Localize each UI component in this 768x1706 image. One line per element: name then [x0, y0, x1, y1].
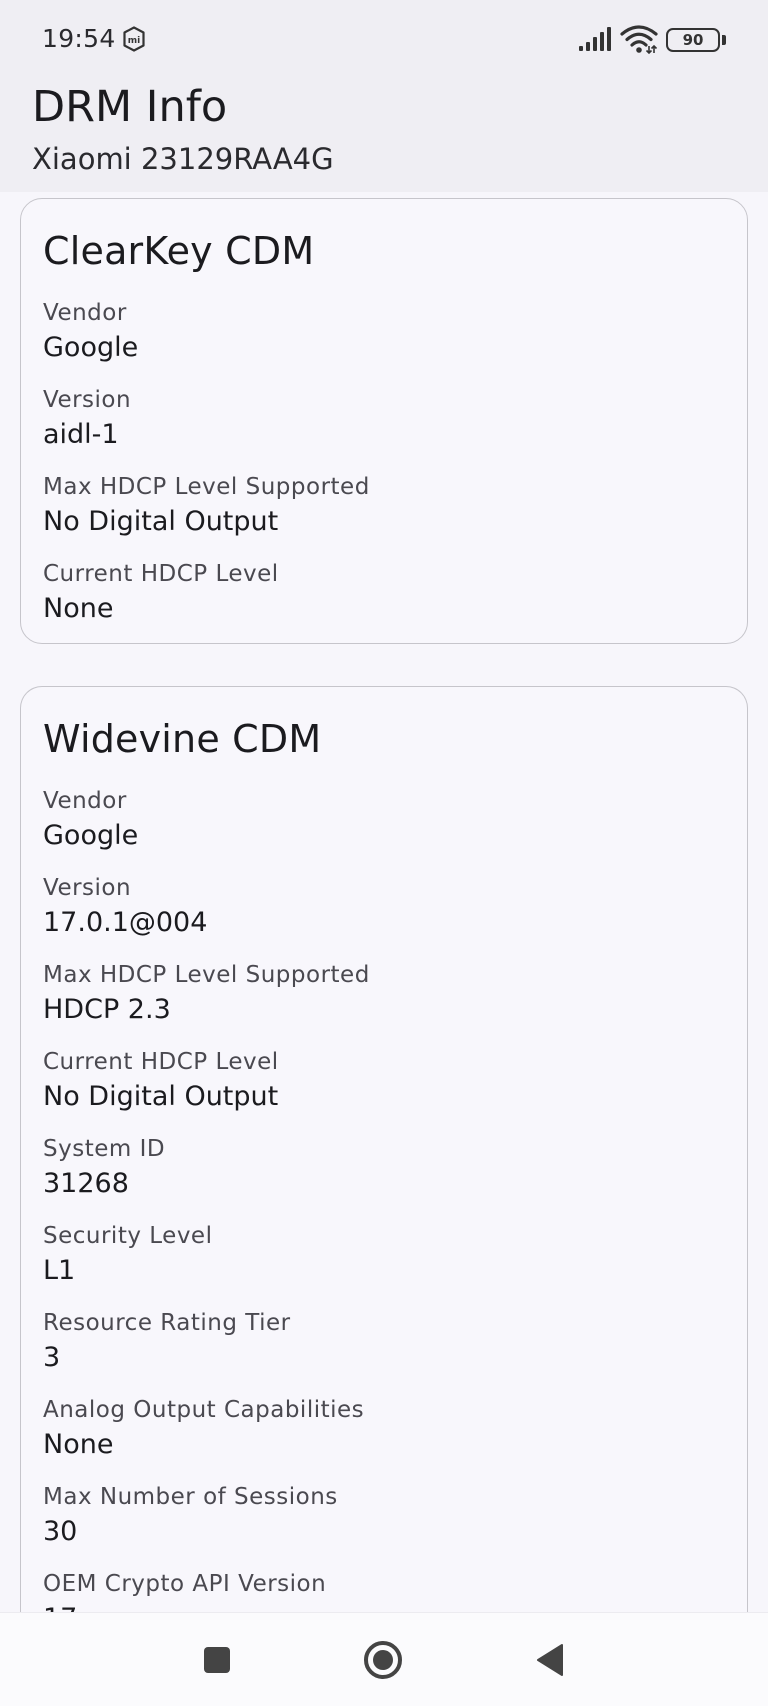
field-value: 17.0.1@004 [43, 907, 208, 938]
device-model: Xiaomi 23129RAA4G [32, 142, 334, 176]
field-value: None [43, 1429, 114, 1460]
widevine-card: Widevine CDM Vendor Google Version 17.0.… [20, 686, 748, 1612]
field-label: System ID [43, 1136, 166, 1162]
signal-icon [579, 27, 611, 51]
field-vendor: Vendor Google [43, 785, 725, 872]
field-label: OEM Crypto API Version [43, 1571, 327, 1597]
field-value: No Digital Output [43, 1081, 279, 1112]
field-analog-output: Analog Output Capabilities None [43, 1394, 725, 1481]
field-value: HDCP 2.3 [43, 994, 171, 1025]
clearkey-card: ClearKey CDM Vendor Google Version aidl-… [20, 198, 748, 644]
field-label: Version [43, 387, 132, 413]
field-label: Analog Output Capabilities [43, 1397, 365, 1423]
field-version: Version 17.0.1@004 [43, 872, 725, 959]
field-value: 31268 [43, 1168, 129, 1199]
battery-nub [722, 35, 726, 45]
field-max-hdcp: Max HDCP Level Supported HDCP 2.3 [43, 959, 725, 1046]
battery-level: 90 [666, 28, 720, 52]
field-vendor: Vendor Google [43, 297, 725, 384]
recents-square-icon[interactable] [192, 1635, 242, 1685]
field-resource-rating-tier: Resource Rating Tier 3 [43, 1307, 725, 1394]
top-bar: 19:54 mi 90 DRM Info Xiaomi 23129RAA4G [0, 0, 768, 192]
field-value: Google [43, 332, 139, 363]
field-value: aidl-1 [43, 419, 119, 450]
field-label: Vendor [43, 300, 127, 326]
page-title: DRM Info [32, 82, 228, 132]
status-bar: 19:54 mi 90 [0, 0, 768, 78]
field-value: No Digital Output [43, 506, 279, 537]
field-system-id: System ID 31268 [43, 1133, 725, 1220]
field-current-hdcp: Current HDCP Level None [43, 558, 725, 645]
status-icons: 90 [578, 24, 728, 54]
field-label: Current HDCP Level [43, 561, 279, 587]
home-circle-icon[interactable] [358, 1635, 408, 1685]
field-value: 30 [43, 1516, 78, 1547]
card-title: ClearKey CDM [43, 229, 315, 273]
field-label: Max HDCP Level Supported [43, 474, 370, 500]
field-max-sessions: Max Number of Sessions 30 [43, 1481, 725, 1568]
card-title: Widevine CDM [43, 717, 322, 761]
field-label: Version [43, 875, 132, 901]
field-label: Max HDCP Level Supported [43, 962, 370, 988]
battery-icon: 90 [666, 28, 728, 52]
field-oem-crypto-api: OEM Crypto API Version 17 [43, 1568, 725, 1612]
field-label: Vendor [43, 788, 127, 814]
field-value: 17 [43, 1600, 725, 1612]
field-security-level: Security Level L1 [43, 1220, 725, 1307]
field-value: Google [43, 820, 139, 851]
back-triangle-icon[interactable] [526, 1635, 576, 1685]
navigation-bar [0, 1612, 768, 1706]
mi-badge-icon: mi [123, 26, 145, 52]
field-current-hdcp: Current HDCP Level No Digital Output [43, 1046, 725, 1133]
field-value: None [43, 593, 114, 624]
field-max-hdcp: Max HDCP Level Supported No Digital Outp… [43, 471, 725, 558]
field-value: L1 [43, 1255, 76, 1286]
status-time: 19:54 [42, 24, 116, 53]
screen: 19:54 mi 90 DRM Info Xiaomi 23129RAA4G C… [0, 0, 768, 1706]
svg-text:mi: mi [128, 36, 140, 46]
field-version: Version aidl-1 [43, 384, 725, 471]
field-label: Resource Rating Tier [43, 1310, 291, 1336]
field-value: 3 [43, 1342, 61, 1373]
field-label: Current HDCP Level [43, 1049, 279, 1075]
wifi-icon [620, 25, 658, 54]
field-label: Max Number of Sessions [43, 1484, 338, 1510]
content-scroll[interactable]: ClearKey CDM Vendor Google Version aidl-… [0, 192, 768, 1612]
field-label: Security Level [43, 1223, 213, 1249]
